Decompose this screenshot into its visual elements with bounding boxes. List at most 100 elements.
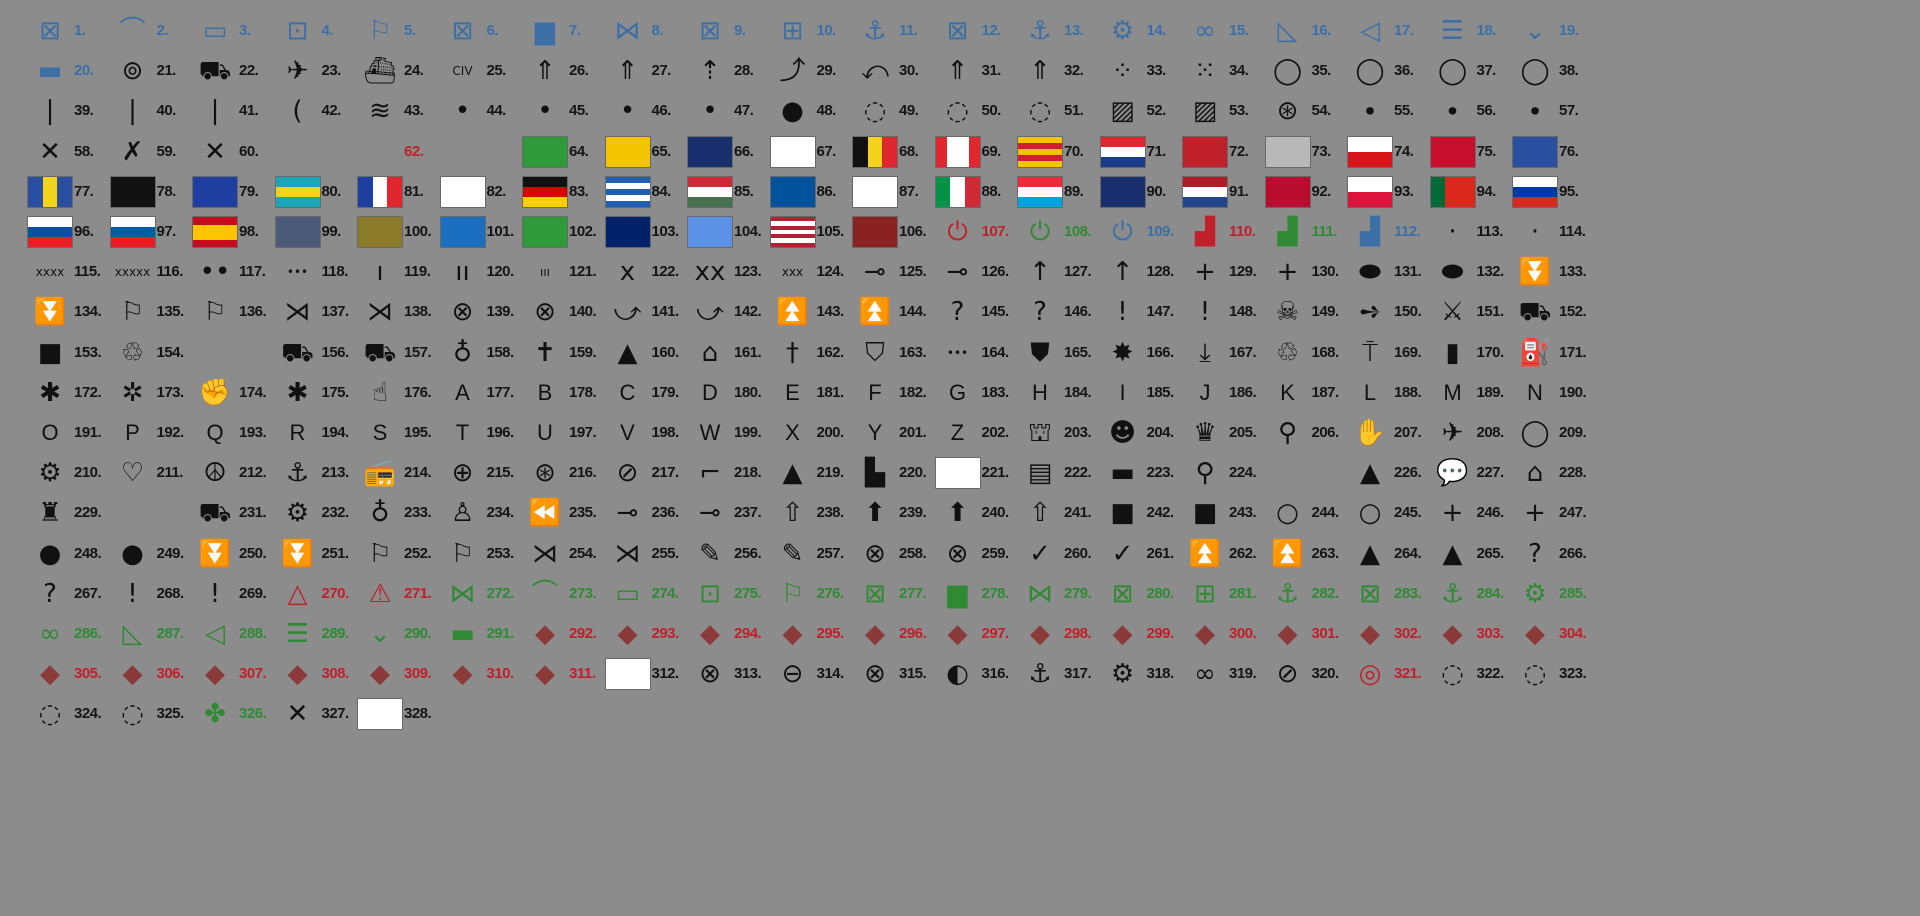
letter-y-icon: Y — [867, 420, 883, 445]
stamp-icon: ⍑ — [1362, 337, 1378, 368]
marker-cell[interactable]: N 190. — [1497, 370, 1597, 416]
arrow-antenna-icon: ⊸ — [699, 498, 721, 529]
marker-cell[interactable]: ⚙ 285. — [1497, 571, 1597, 617]
marker-number: 95. — [1559, 182, 1579, 200]
marker-number: 58. — [74, 142, 94, 160]
arrow-up-bold-icon: ⇑ — [1029, 56, 1051, 87]
group-icon: ☻ — [1108, 418, 1137, 448]
flag-nato-icon — [1099, 173, 1147, 211]
hand-icon: ✋ — [1353, 418, 1387, 448]
flag-eagle-icon — [851, 173, 899, 211]
blue-frame-grid-icon: ⊞ — [781, 16, 804, 46]
circle-infinity-icon: ∞ — [1194, 659, 1216, 690]
red-diamond-bowtie-icon: ◆ — [535, 619, 555, 649]
team-box-icon: ▟ — [1360, 217, 1380, 247]
map-pin-icon: ⚲ — [1277, 418, 1298, 448]
fuel-icon: ⛽ — [1518, 337, 1552, 368]
flag-croatia-icon — [1099, 133, 1147, 171]
dot-icon: ● — [38, 538, 62, 569]
plus-icon: + — [1524, 498, 1546, 529]
arrow-up-icon: ↑ — [1111, 257, 1134, 288]
marker-cell[interactable]: 76. — [1497, 129, 1597, 175]
marker-cell[interactable]: ∙ 57. — [1497, 88, 1597, 134]
framed-asterisk-icon: ✱ — [286, 377, 309, 408]
marker-number: 81. — [404, 182, 424, 200]
green-frame-anchor2-icon: ⚓ — [1440, 578, 1465, 609]
recycle-icon: ♲ — [120, 337, 145, 368]
arrow-right-feather-icon: ➺ — [1359, 297, 1381, 328]
marker-cell[interactable]: ⏬ 133. — [1497, 249, 1597, 295]
red-diamond-flag-icon: ◆ — [865, 619, 885, 649]
spray-heavy-icon: ⁙ — [1194, 56, 1216, 87]
marker-cell[interactable]: ⌄ 19. — [1497, 8, 1597, 54]
marker-cell[interactable]: 328. — [342, 691, 442, 737]
marker-cell[interactable]: ◌ 323. — [1497, 651, 1597, 697]
marker-number: 65. — [651, 142, 672, 160]
civil-frame-plane-icon: ✈ — [286, 56, 309, 87]
plane-icon: ✈ — [1441, 418, 1464, 448]
knot-icon: ⊛ — [1276, 96, 1299, 127]
flag-iceland-icon — [769, 173, 817, 211]
drop-icon: ♁ — [370, 498, 390, 529]
marker-number: 20. — [74, 62, 94, 80]
marker-cell[interactable]: +247. — [1497, 490, 1597, 536]
blue-frame-flag-icon: ⚐ — [368, 16, 392, 46]
marker-cell[interactable]: ⌂ 228. — [1497, 450, 1597, 496]
marker-cell[interactable]: · 114. — [1497, 209, 1597, 255]
marker-number: 97. — [156, 223, 177, 240]
flag-luxembourg-icon — [1016, 173, 1064, 211]
warning-triangle-icon: △ — [287, 578, 308, 609]
marker-cell[interactable]: ◆ 304. — [1497, 611, 1597, 657]
marker-cell[interactable]: ⛽ 171. — [1497, 330, 1597, 376]
marker-number: 84. — [651, 182, 672, 200]
red-diamond-x-icon: ◆ — [947, 619, 968, 649]
marker-number: 30. — [899, 62, 919, 80]
flag-usa-icon — [769, 213, 817, 251]
rank-dots-icon: ••• — [286, 265, 309, 280]
marker-number: 54. — [1311, 102, 1332, 120]
flag-astra-icon — [769, 133, 817, 171]
minus-box-icon: ▬ — [1110, 458, 1135, 489]
crown-icon: ♛ — [1193, 418, 1217, 448]
letter-q-icon: Q — [206, 420, 224, 445]
marker-cell[interactable]: 95. — [1497, 169, 1597, 215]
flag-spain-icon — [191, 213, 239, 251]
letter-r-icon: R — [289, 420, 306, 445]
letter-c-icon: C — [619, 379, 636, 405]
marker-number: 89. — [1064, 182, 1084, 200]
marker-icon-sheet: ⊠ 1. ⌒ 2. ▭ 3. ⊡ 4. ⚐ 5. ⊠ 6. ▆ 7. ⋈ 8. ⊠ 9. ⊞ 10. ⚓ 11. ⊠ 12. ⚓… — [0, 0, 1920, 916]
rank-i-icon: ı — [376, 257, 384, 288]
target-cross-icon: ⊛ — [534, 458, 556, 489]
letter-i-icon: I — [1119, 379, 1126, 405]
marker-cell[interactable]: ⛟ 152. — [1497, 289, 1597, 335]
crossed-swords-icon: ⚔ — [1440, 297, 1465, 328]
pointer-hand-icon: ☝ — [372, 377, 388, 408]
flag-red-badge-icon — [851, 213, 899, 251]
flag-olive-seal-icon — [356, 213, 404, 251]
marker-cell[interactable]: ? 266. — [1497, 531, 1597, 577]
blue-frame-gear-icon: ⚙ — [1110, 16, 1135, 46]
letter-d-icon: D — [702, 379, 718, 405]
marker-number: 94. — [1476, 182, 1497, 200]
flag-blue-yellow-icon — [26, 173, 74, 211]
civil-frame-emblem-icon: ⊚ — [121, 56, 144, 87]
civil-defense-icon: ▲ — [617, 337, 638, 368]
letter-f-icon: F — [868, 379, 882, 405]
rank-xxxxx-icon: xxxxx — [114, 265, 151, 280]
house-icon: ⌂ — [1526, 458, 1544, 489]
arrow-up-bold-icon: ⇑ — [946, 56, 969, 87]
flag-georgia-icon — [439, 173, 487, 211]
flag-netherlands-icon — [1181, 173, 1229, 211]
letter-m-icon: M — [1443, 379, 1462, 405]
circle-bowtie-icon: ⊗ — [699, 659, 721, 690]
flag-germany-icon — [521, 173, 569, 211]
marker-cell[interactable]: ◯ 209. — [1497, 410, 1597, 456]
marker-cell[interactable]: ◯ 38. — [1497, 48, 1597, 94]
circle-hand-icon: ◯ — [1355, 56, 1385, 87]
circle-scribble-icon: ◌ — [863, 96, 887, 127]
marker-number: 323. — [1559, 665, 1587, 683]
blue-frame-tab-icon: ▆ — [535, 16, 555, 46]
flag-green-icon — [521, 133, 569, 171]
rank-xxx-icon: xxx — [781, 265, 804, 280]
green-frame-chevron-icon: ◁ — [205, 619, 225, 649]
